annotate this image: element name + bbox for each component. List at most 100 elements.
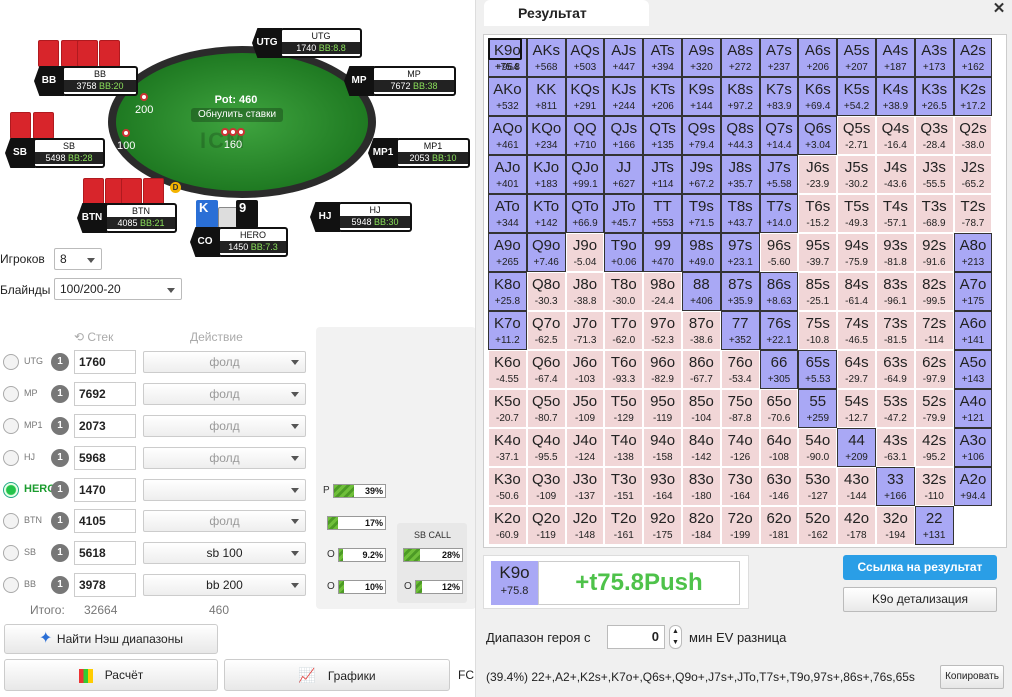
hero-radio[interactable] — [3, 354, 19, 370]
hand-cell[interactable]: K4o -37.1 — [488, 428, 527, 467]
hand-cell[interactable]: Q7s +14.4 — [759, 116, 799, 155]
player-count-badge[interactable]: 1 — [51, 417, 69, 435]
hand-cell[interactable]: T5s -49.3 — [837, 194, 876, 233]
hand-cell[interactable]: AKo +532 — [488, 77, 527, 116]
stack-input[interactable]: 4105 — [74, 509, 136, 533]
hand-cell[interactable]: T9o +0.06 — [604, 233, 644, 272]
hand-cell[interactable]: A4o +121 — [953, 389, 993, 428]
hand-cell[interactable]: 98o -24.4 — [643, 272, 682, 311]
hand-cell[interactable]: J7o -71.3 — [565, 311, 605, 350]
hand-cell[interactable]: KK +811 — [526, 77, 566, 116]
stack-input[interactable]: 2073 — [74, 414, 136, 438]
hand-cell[interactable]: TT +553 — [643, 194, 682, 233]
hand-cell[interactable]: T4s -57.1 — [875, 194, 915, 233]
graphs-button[interactable]: 📈 Графики — [224, 659, 450, 691]
hand-cell[interactable]: J9o -5.04 — [565, 233, 605, 272]
hand-cell[interactable]: 96o -82.9 — [643, 350, 682, 389]
hand-cell[interactable]: QTo +66.9 — [565, 194, 605, 233]
hand-cell[interactable]: T7s +14.0 — [759, 194, 799, 233]
hand-cell[interactable]: 93s -81.8 — [875, 233, 915, 272]
hand-cell[interactable]: A9s +320 — [681, 38, 721, 77]
hand-cell[interactable]: K8s +97.2 — [720, 77, 760, 116]
hand-cell[interactable]: 98s +49.0 — [681, 233, 721, 272]
hand-cell[interactable]: 93o -164 — [643, 467, 682, 506]
hand-cell[interactable]: 73s -81.5 — [875, 311, 915, 350]
hand-cell[interactable]: 42s -95.2 — [914, 428, 954, 467]
hand-cell[interactable]: 82s -99.5 — [914, 272, 954, 311]
hand-cell[interactable]: T7o -62.0 — [604, 311, 644, 350]
hand-cell[interactable]: 83o -180 — [681, 467, 721, 506]
hand-cell[interactable]: JTo +45.7 — [604, 194, 644, 233]
copy-button[interactable]: Копировать — [940, 665, 1004, 689]
hand-cell[interactable]: ATo +344 — [488, 194, 527, 233]
hand-cell[interactable]: QQ +710 — [565, 116, 605, 155]
seat-utg[interactable]: UTG UTG 1740 BB:8.8 — [252, 28, 362, 58]
hand-cell[interactable]: Q3o -109 — [526, 467, 566, 506]
hand-cell[interactable]: T3s -68.9 — [914, 194, 954, 233]
calculate-button[interactable]: Расчёт — [4, 659, 218, 691]
hand-cell[interactable]: 55 +259 — [798, 389, 838, 428]
hand-cell[interactable]: K8o +25.8 — [488, 272, 527, 311]
hand-cell[interactable]: 53s -47.2 — [875, 389, 915, 428]
hand-cell[interactable]: 75s -10.8 — [798, 311, 838, 350]
action-select[interactable] — [143, 479, 306, 501]
hand-cell[interactable]: J8s +35.7 — [720, 155, 760, 194]
seat-sb[interactable]: SB SB 5498 BB:28 — [5, 138, 105, 168]
fc-tab[interactable]: FC — [458, 668, 474, 682]
hand-cell[interactable]: T9s +71.5 — [681, 194, 721, 233]
action-select[interactable]: фолд — [143, 447, 306, 469]
hand-cell[interactable]: Q4s -16.4 — [875, 116, 915, 155]
hand-cell[interactable]: QTs +135 — [643, 116, 682, 155]
hand-cell[interactable]: A3o +106 — [953, 428, 993, 467]
hand-cell[interactable]: 33 +166 — [875, 467, 915, 506]
hand-cell[interactable]: J5o -109 — [565, 389, 605, 428]
seat-mp1[interactable]: MP1 MP1 2053 BB:10 — [368, 138, 470, 168]
hand-cell[interactable]: 84s -61.4 — [837, 272, 876, 311]
hand-cell[interactable]: 43o -144 — [837, 467, 876, 506]
hand-cell[interactable]: 76o -53.4 — [720, 350, 760, 389]
hand-cell[interactable]: 74s -46.5 — [837, 311, 876, 350]
hand-cell[interactable]: 95s -39.7 — [798, 233, 838, 272]
hand-cell[interactable]: Q5o -80.7 — [526, 389, 566, 428]
seat-hj[interactable]: HJ HJ 5948 BB:30 — [310, 202, 412, 232]
min-ev-input[interactable]: 0 — [607, 625, 665, 649]
hand-cell[interactable]: 76s +22.1 — [759, 311, 799, 350]
hand-cell[interactable]: KTo +142 — [526, 194, 566, 233]
hand-cell[interactable]: 62s -97.9 — [914, 350, 954, 389]
hand-cell[interactable]: T3o -151 — [604, 467, 644, 506]
reset-bets-button[interactable]: Обнулить ставки — [191, 108, 283, 122]
hand-cell[interactable]: K4s +38.9 — [875, 77, 915, 116]
hand-cell[interactable]: AJs +447 — [604, 38, 644, 77]
action-select[interactable]: фолд — [143, 383, 306, 405]
action-select[interactable]: фолд — [143, 415, 306, 437]
hand-cell[interactable]: 84o -142 — [681, 428, 721, 467]
hand-cell[interactable]: T5o -129 — [604, 389, 644, 428]
hand-cell[interactable]: A5s +207 — [837, 38, 876, 77]
hand-cell[interactable]: 94o -158 — [643, 428, 682, 467]
stack-input[interactable]: 5618 — [74, 541, 136, 565]
hand-cell[interactable]: Q5s -2.71 — [837, 116, 876, 155]
hand-cell[interactable]: 32s -110 — [914, 467, 954, 506]
hand-cell[interactable]: A7s +237 — [759, 38, 799, 77]
hand-cell[interactable]: A6s +206 — [798, 38, 838, 77]
hand-cell[interactable]: AQo +461 — [488, 116, 527, 155]
hero-radio[interactable] — [3, 545, 19, 561]
hand-cell[interactable]: 43s -63.1 — [875, 428, 915, 467]
stack-input[interactable]: 7692 — [74, 382, 136, 406]
hand-cell[interactable]: 73o -164 — [720, 467, 760, 506]
hand-cell[interactable]: 95o -119 — [643, 389, 682, 428]
hand-cell[interactable]: A8o +213 — [953, 233, 993, 272]
hand-cell[interactable]: T8o -30.0 — [604, 272, 644, 311]
hand-cell[interactable]: Q3s -28.4 — [914, 116, 954, 155]
hand-cell[interactable]: 53o -127 — [798, 467, 838, 506]
hand-cell[interactable]: A6o +141 — [953, 311, 993, 350]
hero-radio[interactable] — [3, 386, 19, 402]
hand-cell[interactable]: 52s -79.9 — [914, 389, 954, 428]
stack-input[interactable]: 5968 — [74, 446, 136, 470]
hand-cell[interactable]: 72o -199 — [720, 506, 760, 545]
hand-cell[interactable]: 54s -12.7 — [837, 389, 876, 428]
hand-cell[interactable]: 87o -38.6 — [681, 311, 721, 350]
hand-cell[interactable]: J7s +5.58 — [759, 155, 799, 194]
hand-cell[interactable]: K5o -20.7 — [488, 389, 527, 428]
hand-cell[interactable]: J9s +67.2 — [681, 155, 721, 194]
